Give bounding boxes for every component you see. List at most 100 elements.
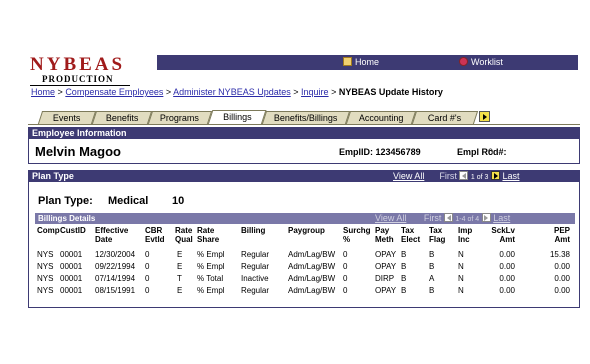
plan-type-panel: Plan Type: Medical 10 Billings Details V… (28, 182, 580, 308)
home-label: Home (355, 57, 380, 67)
cell-billing: Regular (241, 262, 270, 271)
cell-rate-share: % Empl (197, 286, 225, 295)
cell-tax-elect: B (401, 274, 407, 283)
cell-custid: 00001 (60, 262, 83, 271)
plan-type-header: Plan Type View All First 1 of 3 Last (28, 170, 580, 182)
cell-scklv-amt: 0.00 (499, 274, 515, 283)
col-header-label: Rate (197, 226, 215, 235)
billings-view-all-link[interactable]: View All (375, 213, 406, 223)
col-header-label: Inc (458, 235, 470, 244)
home-icon (343, 57, 352, 66)
cell-billing: Inactive (241, 274, 269, 283)
cell-comp: NYS (37, 262, 54, 271)
home-link[interactable]: Home (343, 55, 379, 70)
col-header-surchg: Surchg% (343, 226, 371, 244)
cell-tax-elect: B (401, 286, 407, 295)
tab-programs[interactable]: Programs (147, 111, 213, 124)
tab-label: Billings (222, 112, 252, 122)
breadcrumb-current: NYBEAS Update History (338, 87, 443, 97)
cell-paygroup: Adm/Lag/BW (288, 262, 336, 271)
cell-rate-qual: E (177, 262, 183, 271)
col-header-label: Effective (95, 226, 129, 235)
next-icon[interactable] (490, 171, 500, 180)
next-icon[interactable] (481, 213, 491, 222)
cell-paygroup: Adm/Lag/BW (288, 274, 336, 283)
col-header-tax-flag: Tax Flag (429, 226, 445, 244)
cell-pay-meth: OPAY (375, 250, 397, 259)
breadcrumb-compensate-employees[interactable]: Compensate Employees (65, 87, 163, 97)
previous-icon[interactable] (443, 213, 453, 222)
billings-last-link[interactable]: Last (493, 213, 510, 223)
cell-rate-qual: E (177, 286, 183, 295)
cell-effective-date: 12/30/2004 (95, 250, 136, 259)
tab-label: Programs (160, 113, 200, 123)
breadcrumb-inquire[interactable]: Inquire (301, 87, 329, 97)
emplid-value: 123456789 (375, 147, 421, 157)
col-header-label: Tax (429, 226, 443, 235)
cell-imp-inc: N (458, 286, 464, 295)
empl-rcd-value: 0 (488, 147, 494, 157)
col-header-label: Share (197, 235, 220, 244)
col-header-label: Tax (401, 226, 415, 235)
col-header-label: Qual (175, 235, 193, 244)
worklist-icon (459, 57, 468, 66)
cell-billing: Regular (241, 286, 270, 295)
breadcrumb-sep: > (293, 87, 299, 97)
plan-type-label: Plan Type: (38, 195, 93, 207)
plan-first-link[interactable]: First (439, 171, 457, 181)
col-header-pep-amt: PEP Amt (537, 226, 570, 244)
employee-name: Melvin Magoo (35, 144, 121, 159)
col-header-comp: Comp (37, 226, 60, 235)
tab-label: Accounting (358, 113, 404, 123)
cell-surchg: 0 (343, 262, 348, 271)
plan-view-all-link[interactable]: View All (393, 171, 424, 181)
tab-accounting[interactable]: Accounting (345, 111, 417, 124)
breadcrumb-administer-updates[interactable]: Administer NYBEAS Updates (173, 87, 291, 97)
col-header-label: Amt (499, 235, 515, 244)
plan-type-code: 10 (172, 195, 185, 207)
cell-paygroup: Adm/Lag/BW (288, 250, 336, 259)
tab-billings[interactable]: Billings (207, 110, 267, 125)
tab-events[interactable]: Events (37, 111, 97, 124)
billings-first-link[interactable]: First (424, 213, 442, 223)
col-header-rate-share: Rate Share (197, 226, 219, 244)
col-header-billing: Billing (241, 226, 265, 235)
col-header-label: Surchg (343, 226, 371, 235)
col-header-label: Amt (554, 235, 570, 244)
breadcrumb: Home > Compensate Employees > Administer… (31, 87, 443, 97)
tab-benefits[interactable]: Benefits (91, 111, 153, 124)
tab-scroll-right-icon[interactable] (479, 111, 490, 122)
emplid-field: EmplID: 123456789 (339, 147, 421, 157)
cell-effective-date: 08/15/1991 (95, 286, 136, 295)
empl-rcd-label: Empl Rcd#: (457, 147, 507, 157)
nybeas-logo: NYBEAS PRODUCTION (30, 55, 138, 86)
logo-rule (30, 85, 130, 86)
col-header-label: Comp (37, 226, 60, 235)
plan-last-link[interactable]: Last (502, 171, 519, 181)
col-header-label: Evtld (145, 235, 165, 244)
cell-scklv-amt: 0.00 (499, 286, 515, 295)
col-header-paygroup: Paygroup (288, 226, 325, 235)
tab-card-numbers[interactable]: Card #'s (411, 111, 479, 124)
cell-surchg: 0 (343, 286, 348, 295)
breadcrumb-home[interactable]: Home (31, 87, 55, 97)
cell-paygroup: Adm/Lag/BW (288, 286, 336, 295)
cell-pay-meth: OPAY (375, 262, 397, 271)
cell-rate-share: % Total (197, 274, 224, 283)
col-header-label: Paygroup (288, 226, 325, 235)
cell-cbr-evtid: 0 (145, 250, 150, 259)
tab-benefits-billings[interactable]: Benefits/Billings (261, 111, 351, 124)
col-header-scklv-amt: SckLv Amt (483, 226, 515, 244)
worklist-link[interactable]: Worklist (459, 55, 503, 70)
breadcrumb-sep: > (331, 87, 337, 97)
cell-custid: 00001 (60, 286, 83, 295)
cell-cbr-evtid: 0 (145, 262, 150, 271)
top-nav-bar: Home Worklist (157, 55, 578, 70)
cell-pep-amt: 0.00 (554, 286, 570, 295)
cell-billing: Regular (241, 250, 270, 259)
previous-icon[interactable] (459, 171, 469, 180)
cell-effective-date: 07/14/1994 (95, 274, 136, 283)
col-header-pay-meth: Pay Meth (375, 226, 394, 244)
logo-title: NYBEAS (30, 54, 126, 75)
billings-details-header: Billings Details View All First 1-4 of 4… (35, 213, 575, 224)
